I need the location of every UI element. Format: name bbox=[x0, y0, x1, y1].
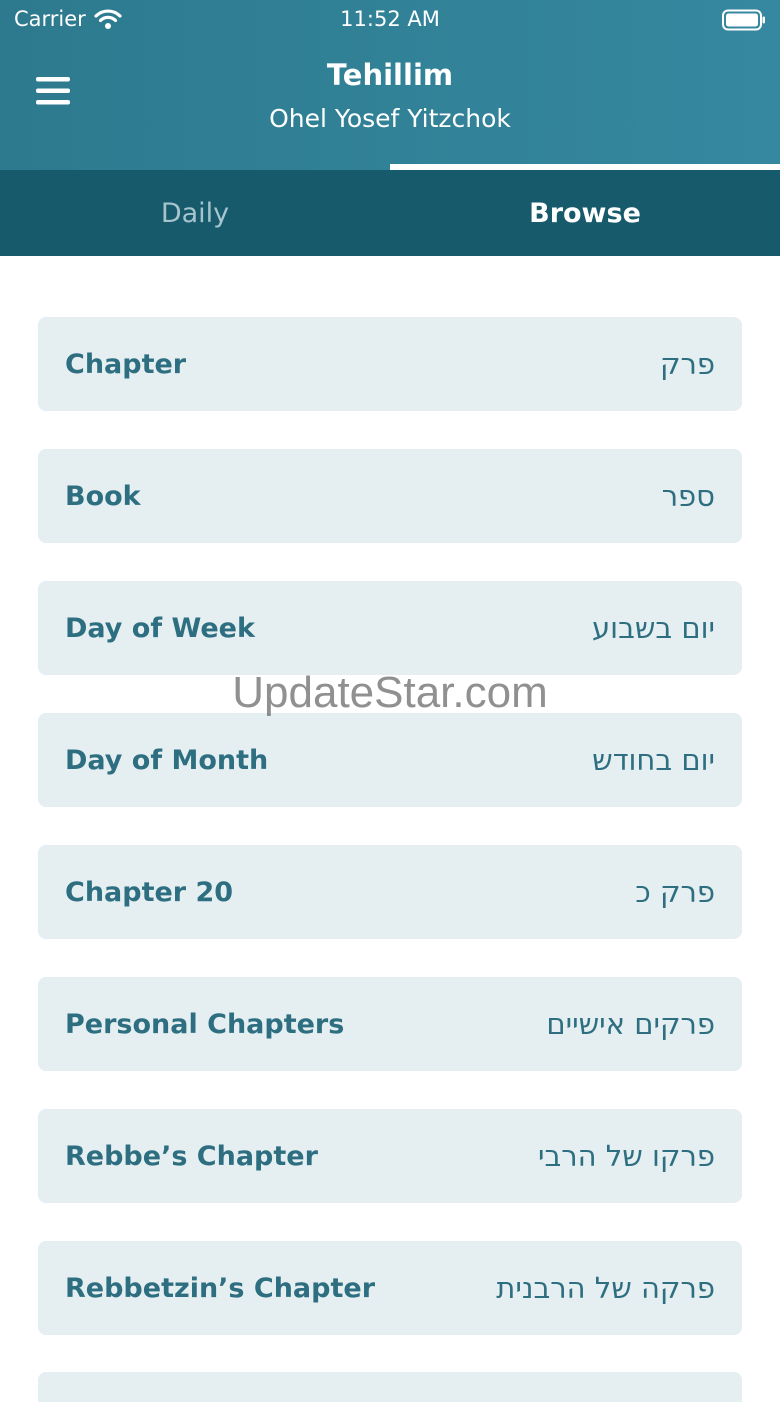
item-label-he: יום בשבוע bbox=[592, 611, 715, 645]
item-label-he: יום בחודש bbox=[592, 743, 715, 777]
item-label-he: פרקו של הרבי bbox=[538, 1139, 715, 1173]
page-subtitle: Ohel Yosef Yitzchok bbox=[269, 104, 511, 133]
battery-icon bbox=[722, 9, 765, 31]
list-item-partial[interactable] bbox=[38, 1372, 742, 1402]
item-label-en: Day of Month bbox=[65, 744, 269, 776]
item-label-en: Rebbetzin’s Chapter bbox=[65, 1272, 376, 1304]
tab-browse[interactable]: Browse bbox=[390, 170, 780, 256]
list-item-rebbes-chapter[interactable]: Rebbe’s Chapter פרקו של הרבי bbox=[38, 1109, 742, 1203]
list-item-rebbetzins-chapter[interactable]: Rebbetzin’s Chapter פרקה של הרבנית bbox=[38, 1241, 742, 1335]
list-item-chapter[interactable]: Chapter פרק bbox=[38, 317, 742, 411]
tab-bar: Daily Browse bbox=[0, 170, 780, 256]
item-label-en: Day of Week bbox=[65, 612, 255, 644]
item-label-he: פרקה של הרבנית bbox=[496, 1271, 715, 1305]
tab-daily[interactable]: Daily bbox=[0, 170, 390, 256]
item-label-he: פרקים אישיים bbox=[546, 1007, 715, 1041]
item-label-en: Book bbox=[65, 480, 141, 512]
item-label-he: ספר bbox=[661, 479, 715, 513]
status-bar: Carrier 11:52 AM bbox=[0, 0, 780, 40]
page-title: Tehillim bbox=[326, 58, 454, 92]
list-item-personal-chapters[interactable]: Personal Chapters פרקים אישיים bbox=[38, 977, 742, 1071]
list-item-day-of-week[interactable]: Day of Week יום בשבוע bbox=[38, 581, 742, 675]
item-label-en: Personal Chapters bbox=[65, 1008, 345, 1040]
item-label-he: פרק כ bbox=[635, 875, 715, 909]
item-label-en: Chapter 20 bbox=[65, 876, 234, 908]
item-label-en: Rebbe’s Chapter bbox=[65, 1140, 318, 1172]
list-item-day-of-month[interactable]: Day of Month יום בחודש bbox=[38, 713, 742, 807]
item-label-en: Chapter bbox=[65, 348, 187, 380]
app-header: Carrier 11:52 AM Tehillim Ohel Yosef Yit… bbox=[0, 0, 780, 170]
status-time: 11:52 AM bbox=[340, 7, 440, 31]
item-label-he: פרק bbox=[659, 347, 715, 381]
list-item-book[interactable]: Book ספר bbox=[38, 449, 742, 543]
browse-list: Chapter פרק Book ספר Day of Week יום בשב… bbox=[38, 317, 742, 1373]
list-item-chapter-20[interactable]: Chapter 20 פרק כ bbox=[38, 845, 742, 939]
